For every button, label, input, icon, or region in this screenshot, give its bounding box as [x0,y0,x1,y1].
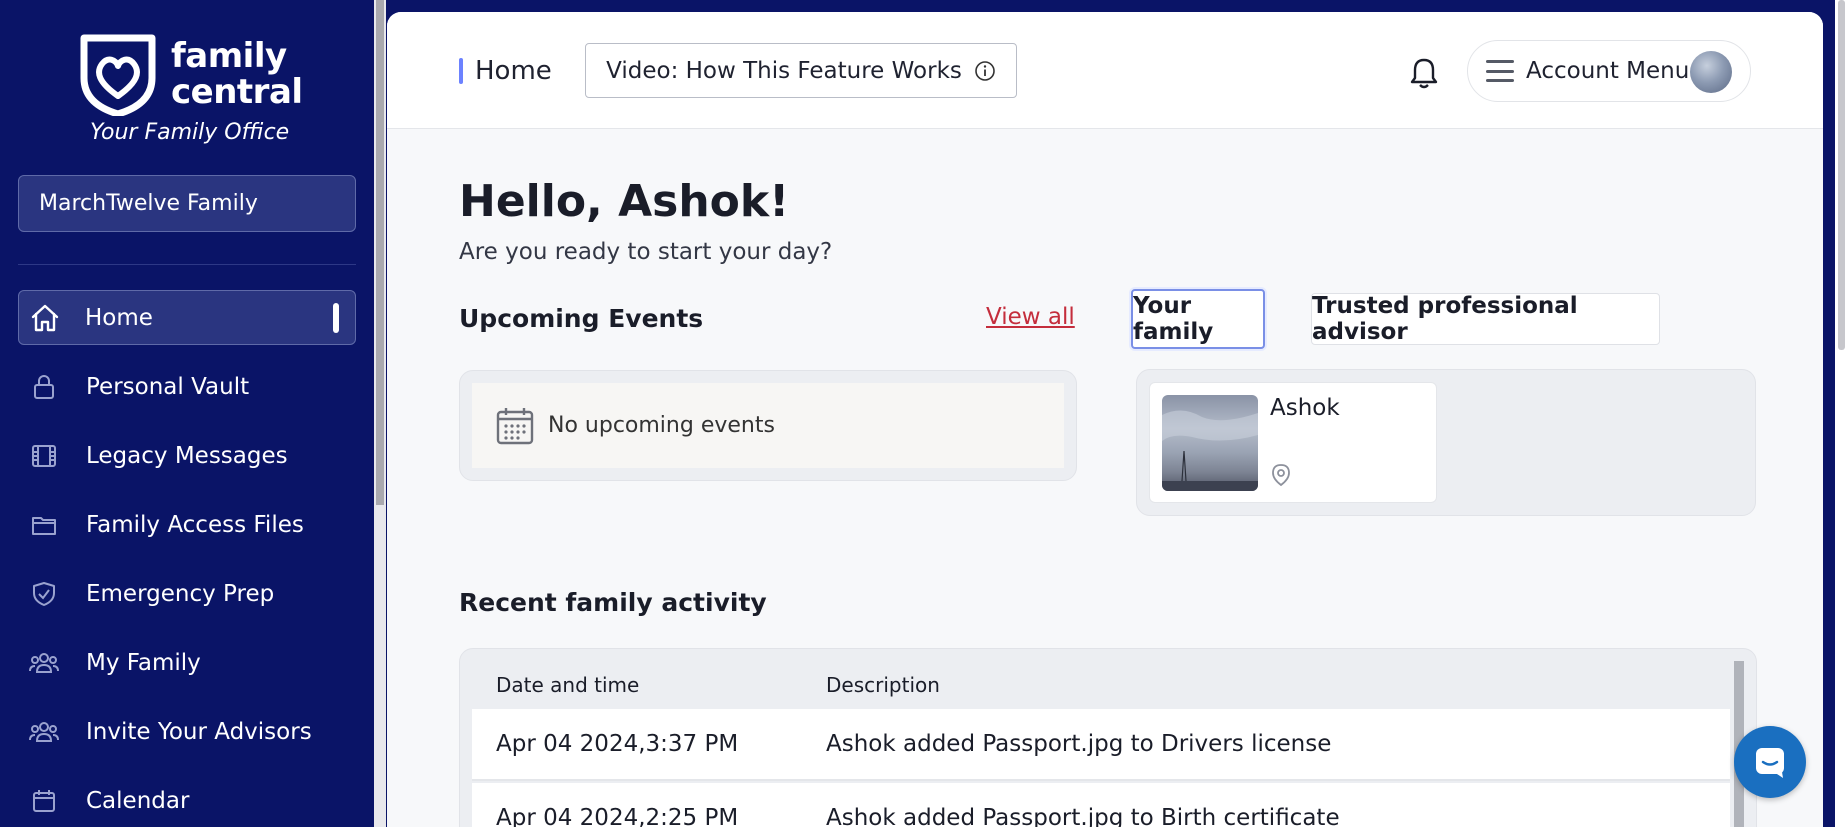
breadcrumb: Home [459,56,552,86]
table-row[interactable]: Apr 04 2024,2:25 PM Ashok added Passport… [472,783,1730,827]
breadcrumb-accent [459,58,463,84]
sidebar-item-label: Home [85,304,153,331]
video-tutorial-button[interactable]: Video: How This Feature Works [585,43,1017,98]
sidebar-nav: Home Personal Vault Legacy Messages Fami… [18,290,356,827]
main-panel: Home Video: How This Feature Works Accou… [387,12,1823,827]
activity-table: Date and time Description Apr 04 2024,3:… [459,648,1757,827]
info-icon [975,60,995,81]
chat-support-button[interactable] [1734,726,1806,798]
column-header-description: Description [826,673,940,697]
tab-trusted-advisor[interactable]: Trusted professional advisor [1311,293,1660,345]
avatar [1690,51,1732,93]
family-selector[interactable]: MarchTwelve Family [18,175,356,232]
family-members-panel: Ashok [1136,369,1756,516]
page-subtitle: Are you ready to start your day? [459,239,833,265]
sidebar-item-label: Legacy Messages [86,442,288,469]
brand-name-line: family [171,36,287,76]
recent-activity-heading: Recent family activity [459,588,767,617]
table-row[interactable]: Apr 04 2024,3:37 PM Ashok added Passport… [472,709,1730,781]
row-description: Ashok added Passport.jpg to Drivers lice… [826,731,1332,757]
row-date: Apr 04 2024,3:37 PM [496,731,739,757]
page-scrollbar[interactable] [1835,0,1848,827]
scrollbar-thumb[interactable] [1838,0,1845,350]
sidebar-item-my-family[interactable]: My Family [18,635,356,690]
calendar-icon [496,407,534,444]
scrollbar-thumb[interactable] [376,0,384,505]
sidebar-item-legacy-messages[interactable]: Legacy Messages [18,428,356,483]
people-icon [28,647,60,679]
sidebar-item-emergency-prep[interactable]: Emergency Prep [18,566,356,621]
brand-name-line: central [171,72,303,112]
sidebar-item-invite-advisors[interactable]: Invite Your Advisors [18,704,356,759]
page-title: Hello, Ashok! [459,176,790,227]
table-header: Date and time Description [472,661,1732,709]
member-card[interactable]: Ashok [1149,382,1437,503]
brand-logo[interactable]: family central Your Family Office [78,34,318,152]
no-events-text: No upcoming events [548,413,775,438]
sidebar-item-label: Emergency Prep [86,580,275,607]
sidebar-item-calendar[interactable]: Calendar [18,773,356,827]
lock-icon [28,371,60,403]
heart-shield-logo-icon [80,34,156,116]
shield-check-icon [28,578,60,610]
member-name: Ashok [1270,395,1340,421]
sidebar-item-label: Invite Your Advisors [86,718,312,745]
sidebar-item-label: Calendar [86,787,190,814]
view-all-events-link[interactable]: View all [986,304,1075,330]
sidebar: family central Your Family Office MarchTw… [0,0,374,827]
location-pin-icon [1272,464,1290,487]
account-menu-label: Account Menu [1526,58,1690,84]
chat-icon [1756,748,1784,778]
top-bar: Home Video: How This Feature Works Accou… [387,12,1823,129]
home-icon [29,302,61,334]
brand-tagline: Your Family Office [90,120,290,145]
sidebar-divider [18,264,356,265]
sidebar-item-family-access-files[interactable]: Family Access Files [18,497,356,552]
folder-icon [28,509,60,541]
calendar-icon [28,785,60,817]
row-description: Ashok added Passport.jpg to Birth certif… [826,805,1340,827]
video-button-label: Video: How This Feature Works [606,57,962,84]
breadcrumb-label: Home [475,56,552,86]
hamburger-icon [1486,60,1514,82]
upcoming-events-heading: Upcoming Events [459,304,704,333]
sidebar-item-label: Family Access Files [86,511,304,538]
sidebar-item-home[interactable]: Home [18,290,356,345]
no-events-message: No upcoming events [472,383,1064,468]
sidebar-item-label: My Family [86,649,201,676]
people-icon [28,716,60,748]
tab-your-family[interactable]: Your family [1131,289,1265,349]
sidebar-item-personal-vault[interactable]: Personal Vault [18,359,356,414]
column-header-date: Date and time [496,673,640,697]
film-icon [28,440,60,472]
bell-icon[interactable] [1409,56,1439,90]
brand-name: family central [171,38,303,110]
sidebar-scrollbar[interactable] [374,0,386,827]
row-date: Apr 04 2024,2:25 PM [496,805,739,827]
upcoming-events-panel: No upcoming events [459,370,1077,481]
active-indicator [333,303,339,333]
account-menu-button[interactable]: Account Menu [1467,40,1751,102]
sidebar-item-label: Personal Vault [86,373,250,400]
member-photo [1162,395,1258,491]
